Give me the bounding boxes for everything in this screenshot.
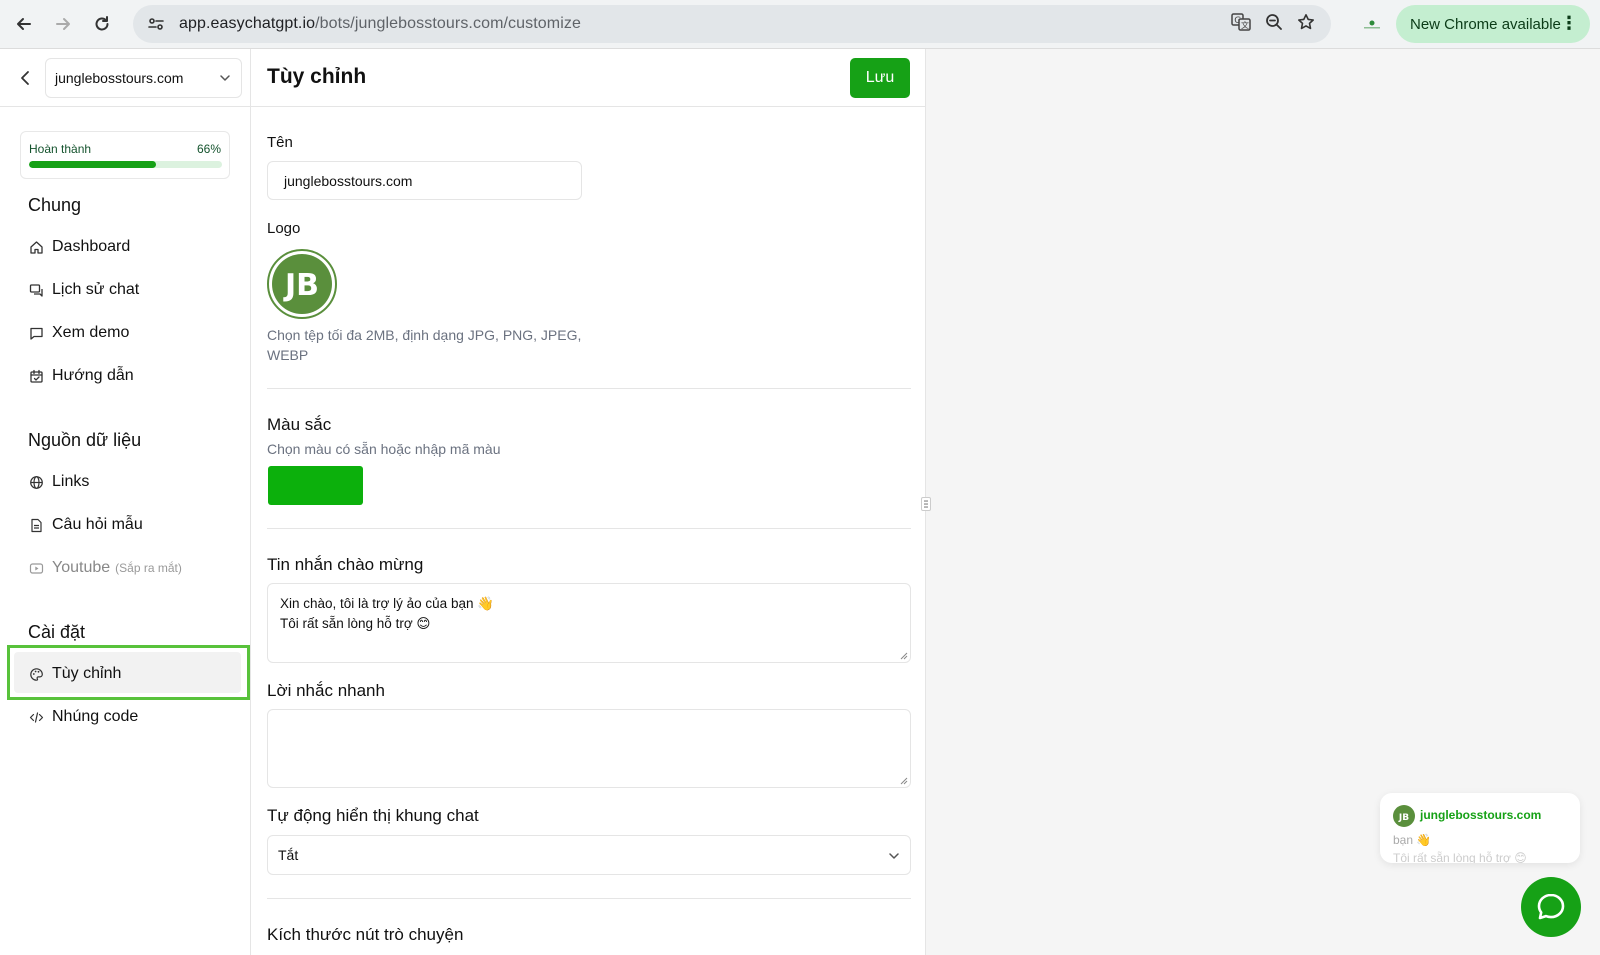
chat-bubble-icon: [1537, 893, 1565, 920]
site-info-icon[interactable]: [143, 11, 169, 37]
svg-text:JB: JB: [1398, 813, 1409, 823]
customize-panel: Tùy chỉnh Lưu Tên junglebosstours.com Lo…: [251, 49, 926, 955]
sidebar-item-label: Câu hỏi mẫu: [52, 516, 143, 533]
translate-icon[interactable]: G文: [1231, 12, 1251, 37]
code-icon: [28, 709, 44, 725]
color-swatch[interactable]: [268, 466, 363, 505]
coming-soon-note: (Sắp ra mắt): [115, 561, 182, 575]
welcome-message-line: Tôi rất sẵn lòng hỗ trợ 😊: [280, 616, 431, 631]
youtube-icon: [28, 560, 44, 576]
divider: [267, 388, 911, 389]
section-title-general: Chung: [28, 195, 82, 215]
welcome-message-input[interactable]: Xin chào, tôi là trợ lý ảo của bạn 👋 Tôi…: [267, 583, 911, 663]
preview-welcome-bubble[interactable]: JB junglebosstours.com bạn 👋 Tôi rất sẵn…: [1380, 793, 1580, 863]
sidebar-item-embed-code[interactable]: Nhúng code: [28, 703, 138, 731]
browser-toolbar: app.easychatgpt.io/bots/junglebosstours.…: [0, 0, 1600, 49]
sidebar: junglebosstours.com Hoàn thành 66% Chung…: [0, 49, 251, 955]
forward-icon[interactable]: [44, 5, 82, 43]
divider: [267, 528, 911, 529]
sidebar-item-dashboard[interactable]: Dashboard: [28, 233, 130, 261]
completion-progress-card: Hoàn thành 66%: [20, 131, 230, 179]
sidebar-item-label: Dashboard: [52, 238, 131, 255]
panel-header: Tùy chỉnh Lưu: [251, 49, 925, 107]
page-title: Tùy chỉnh: [267, 65, 367, 88]
divider: [267, 898, 911, 899]
palette-icon: [28, 666, 44, 682]
kebab-menu-icon[interactable]: ⋮: [1560, 14, 1578, 32]
bot-selector-label: junglebosstours.com: [55, 70, 184, 86]
chevron-left-icon[interactable]: [14, 67, 36, 89]
welcome-message-line: Xin chào, tôi là trợ lý ảo của bạn 👋: [280, 596, 495, 611]
logo-image[interactable]: JB: [267, 249, 337, 319]
bot-selector[interactable]: junglebosstours.com: [45, 58, 242, 98]
name-field-value: junglebosstours.com: [284, 172, 413, 189]
color-hint: Chọn màu có sẵn hoặc nhập mã màu: [267, 441, 501, 457]
chat-bubbles-icon: [28, 282, 44, 298]
address-bar[interactable]: app.easychatgpt.io/bots/junglebosstours.…: [133, 5, 1331, 43]
chevron-down-icon: [888, 849, 900, 865]
auto-show-select[interactable]: Tắt: [267, 835, 911, 875]
chrome-update-label: New Chrome available: [1410, 15, 1561, 33]
reload-icon[interactable]: [83, 5, 121, 43]
back-icon[interactable]: [5, 5, 43, 43]
welcome-message-label: Tin nhắn chào mừng: [267, 555, 424, 574]
section-title-settings: Cài đặt: [28, 622, 86, 642]
zoom-icon[interactable]: [1265, 13, 1283, 36]
button-size-label: Kích thước nút trò chuyện: [267, 925, 464, 944]
auto-show-label: Tự động hiển thị khung chat: [267, 806, 479, 825]
chrome-update-button[interactable]: New Chrome available ⋮: [1396, 5, 1590, 43]
save-button[interactable]: Lưu: [850, 58, 910, 98]
color-label: Màu sắc: [267, 415, 332, 434]
resize-handle-icon[interactable]: [900, 777, 908, 785]
sidebar-header: junglebosstours.com: [0, 49, 250, 107]
document-icon: [28, 517, 44, 533]
name-label: Tên: [267, 134, 293, 151]
sidebar-item-sample-questions[interactable]: Câu hỏi mẫu: [28, 511, 143, 539]
progress-label: Hoàn thành: [29, 142, 92, 156]
name-field[interactable]: junglebosstours.com: [267, 161, 582, 200]
preview-bot-name: junglebosstours.com: [1420, 808, 1542, 822]
sidebar-item-label: Links: [52, 473, 90, 490]
sidebar-item-customize[interactable]: Tùy chỉnh: [28, 660, 121, 688]
sidebar-item-label: Youtube: [52, 559, 111, 576]
svg-text:文: 文: [1241, 20, 1249, 30]
home-icon: [28, 239, 44, 255]
logo-hint: Chọn tệp tối đa 2MB, định dạng JPG, PNG,…: [267, 327, 582, 363]
sidebar-item-label: Lịch sử chat: [52, 281, 140, 298]
panel-resize-handle[interactable]: [921, 497, 931, 511]
chevron-down-icon: [219, 71, 231, 87]
resize-handle-icon[interactable]: [900, 652, 908, 660]
progress-percent: 66%: [196, 142, 221, 156]
section-title-data-sources: Nguồn dữ liệu: [28, 430, 142, 450]
chat-launcher-button[interactable]: [1521, 877, 1581, 937]
logo-letters: JB: [283, 268, 319, 303]
sidebar-item-youtube: Youtube (Sắp ra mắt): [28, 554, 182, 582]
sidebar-item-label: Xem demo: [52, 324, 130, 341]
sidebar-item-guide[interactable]: Hướng dẫn: [28, 362, 134, 390]
sidebar-item-label: Hướng dẫn: [52, 367, 134, 384]
globe-icon: [28, 474, 44, 490]
quick-prompts-label: Lời nhắc nhanh: [267, 681, 385, 700]
progress-fill: [29, 161, 157, 168]
url-text: app.easychatgpt.io/bots/junglebosstours.…: [179, 15, 581, 32]
preview-message: Tôi rất sẵn lòng hỗ trợ 😊: [1393, 851, 1527, 863]
bookmark-star-icon[interactable]: [1297, 13, 1315, 36]
sidebar-item-label: Tùy chỉnh: [52, 665, 122, 682]
message-square-icon: [28, 325, 44, 341]
sidebar-item-links[interactable]: Links: [28, 468, 89, 496]
preview-message: bạn 👋: [1393, 833, 1432, 847]
auto-show-value: Tắt: [278, 847, 299, 863]
extension-icon[interactable]: [1360, 13, 1384, 37]
sidebar-item-demo[interactable]: Xem demo: [28, 319, 129, 347]
sidebar-item-chat-history[interactable]: Lịch sử chat: [28, 276, 139, 304]
logo-label: Logo: [267, 220, 301, 237]
quick-prompts-input[interactable]: [267, 709, 911, 788]
bot-avatar: JB: [1393, 805, 1415, 827]
sidebar-item-label: Nhúng code: [52, 708, 139, 725]
progress-bar: [29, 161, 222, 168]
calendar-check-icon: [28, 368, 44, 384]
